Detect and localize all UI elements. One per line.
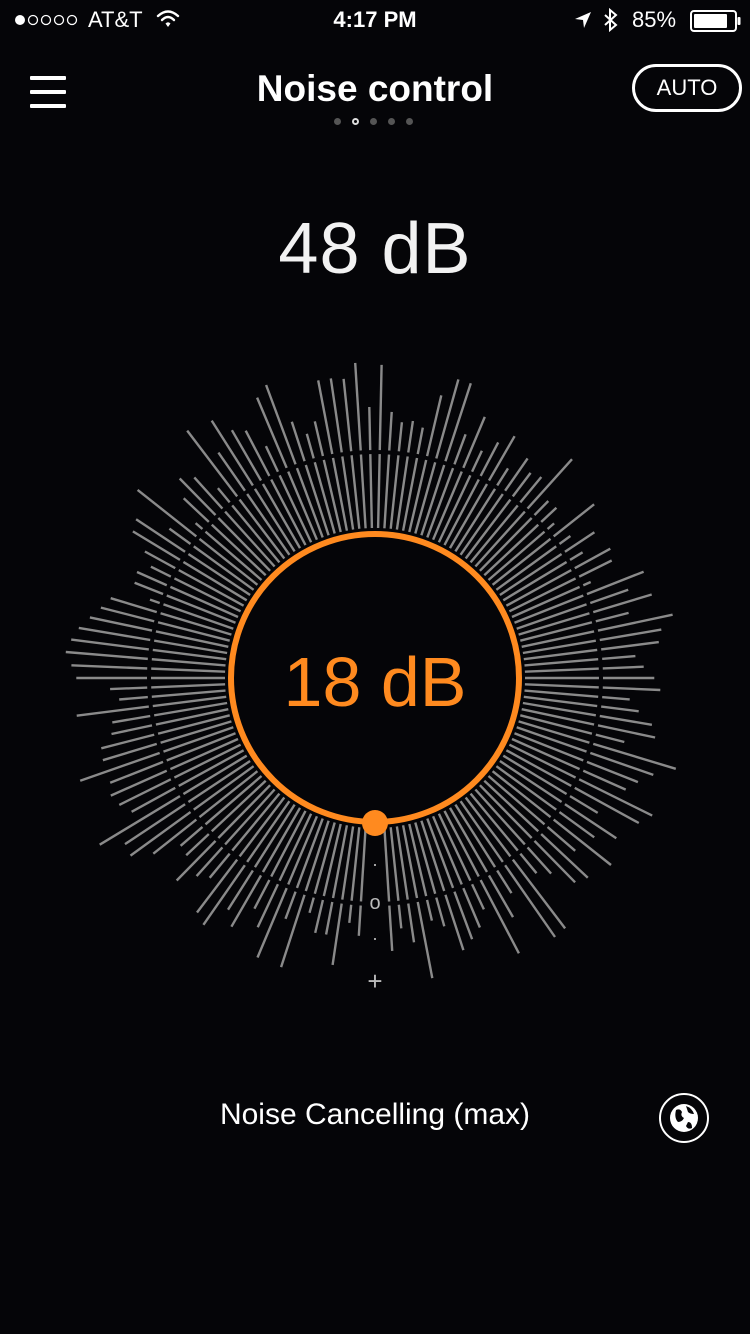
page-dot: [406, 118, 413, 125]
noise-spike: [110, 597, 232, 636]
location-arrow-icon: [575, 12, 591, 28]
menu-bar-line: [30, 104, 66, 108]
page-dot: [334, 118, 341, 125]
noise-spike: [357, 827, 367, 936]
battery-icon: [690, 10, 741, 32]
page-dot: [352, 118, 359, 125]
noise-spike: [368, 406, 374, 529]
menu-button[interactable]: [30, 76, 66, 110]
noise-spike: [284, 818, 324, 920]
ambient-db-readout: 48 dB: [278, 209, 472, 289]
noise-spike: [376, 364, 383, 529]
noise-spike: [383, 411, 393, 529]
battery-percent: 85%: [632, 7, 677, 32]
noise-spike: [426, 433, 467, 538]
bluetooth-icon: [604, 8, 618, 32]
scale-plus-label: +: [367, 966, 382, 996]
page-dot: [388, 118, 395, 125]
noise-spike: [102, 720, 232, 762]
scale-dot-tick: ·: [372, 928, 378, 948]
page-dot: [370, 118, 377, 125]
noise-spike: [134, 581, 236, 624]
noise-spike: [290, 421, 330, 536]
noise-spike: [193, 476, 276, 568]
auto-button[interactable]: AUTO: [632, 64, 742, 112]
cancelling-db-readout: 18 dB: [283, 643, 467, 721]
globe-icon[interactable]: [658, 1092, 710, 1144]
noise-spike: [383, 827, 394, 951]
nav-bar: Noise control AUTO: [0, 40, 750, 128]
status-bar: AT&T 4:17 PM 85%: [0, 0, 750, 40]
noise-spike: [516, 588, 629, 630]
page-indicator: [334, 118, 418, 128]
menu-bar-line: [30, 76, 66, 80]
menu-bar-line: [30, 90, 66, 94]
mode-label: Noise Cancelling (max): [219, 1098, 531, 1131]
slider-handle-icon[interactable]: [362, 810, 388, 836]
scale-zero-label: o: [369, 892, 380, 914]
scale-minus-tick: ·: [372, 854, 378, 874]
